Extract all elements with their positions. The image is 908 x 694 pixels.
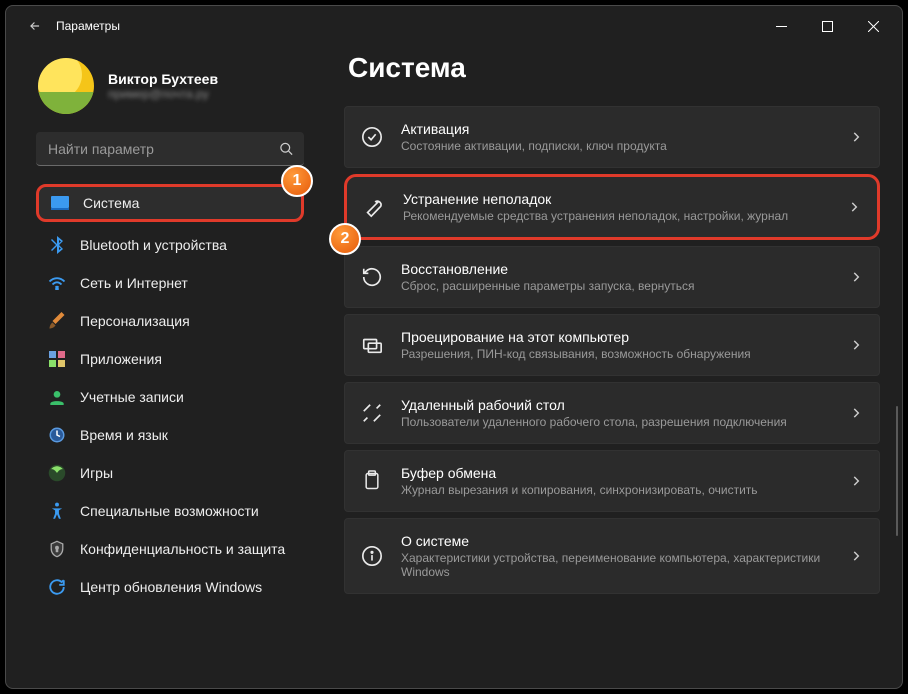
sidebar-item-personalization[interactable]: Персонализация [36,302,304,340]
main-panel: Система Активация Состояние активации, п… [316,46,902,688]
card-subtitle: Пользователи удаленного рабочего стола, … [401,415,831,429]
scrollbar[interactable] [896,406,898,536]
sidebar-item-system[interactable]: Система 1 [36,184,304,222]
recovery-icon [361,266,383,288]
card-subtitle: Разрешения, ПИН-код связывания, возможно… [401,347,831,361]
accessibility-icon [48,502,66,520]
wifi-icon [48,274,66,292]
sidebar-item-privacy[interactable]: Конфиденциальность и защита [36,530,304,568]
settings-window: Параметры Виктор Бухтеев пример@почта.ру [5,5,903,689]
remote-icon [361,402,383,424]
search-input[interactable] [36,132,304,166]
info-icon [361,545,383,567]
card-subtitle: Сброс, расширенные параметры запуска, ве… [401,279,831,293]
profile-block[interactable]: Виктор Бухтеев пример@почта.ру [36,52,304,130]
project-icon [361,334,383,356]
card-title: Восстановление [401,261,831,277]
chevron-right-icon [849,549,863,563]
callout-one: 1 [281,165,313,197]
sidebar-item-label: Время и язык [80,427,168,443]
checkmark-icon [361,126,383,148]
apps-icon [48,350,66,368]
bluetooth-icon [48,236,66,254]
sidebar-item-network[interactable]: Сеть и Интернет [36,264,304,302]
sidebar-item-label: Система [83,195,139,211]
sidebar-item-windows-update[interactable]: Центр обновления Windows [36,568,304,606]
system-icon [51,194,69,212]
content-area: Виктор Бухтеев пример@почта.ру Система 1 [6,46,902,688]
sidebar-item-label: Приложения [80,351,162,367]
update-icon [48,578,66,596]
card-title: Удаленный рабочий стол [401,397,831,413]
card-subtitle: Журнал вырезания и копирования, синхрони… [401,483,831,497]
maximize-button[interactable] [804,10,850,42]
person-icon [48,388,66,406]
chevron-right-icon [849,130,863,144]
card-title: О системе [401,533,831,549]
titlebar: Параметры [6,6,902,46]
chevron-right-icon [849,270,863,284]
sidebar-item-label: Специальные возможности [80,503,259,519]
card-title: Буфер обмена [401,465,831,481]
nav-list: Система 1 Bluetooth и устройства Сеть и … [36,184,304,606]
close-button[interactable] [850,10,896,42]
card-recovery[interactable]: Восстановление Сброс, расширенные параме… [344,246,880,308]
sidebar-item-time-language[interactable]: Время и язык [36,416,304,454]
card-about[interactable]: О системе Характеристики устройства, пер… [344,518,880,594]
card-title: Устранение неполадок [403,191,829,207]
sidebar-item-label: Центр обновления Windows [80,579,262,595]
sidebar-item-label: Персонализация [80,313,190,329]
profile-email: пример@почта.ру [108,87,218,101]
sidebar-item-label: Игры [80,465,113,481]
sidebar-item-label: Сеть и Интернет [80,275,188,291]
sidebar-item-gaming[interactable]: Игры [36,454,304,492]
wrench-icon [363,196,385,218]
sidebar-item-accounts[interactable]: Учетные записи [36,378,304,416]
sidebar-item-bluetooth[interactable]: Bluetooth и устройства [36,226,304,264]
minimize-button[interactable] [758,10,804,42]
sidebar-item-label: Bluetooth и устройства [80,237,227,253]
card-clipboard[interactable]: Буфер обмена Журнал вырезания и копирова… [344,450,880,512]
card-subtitle: Характеристики устройства, переименовани… [401,551,831,579]
sidebar-item-label: Конфиденциальность и защита [80,541,285,557]
card-remote-desktop[interactable]: Удаленный рабочий стол Пользователи удал… [344,382,880,444]
chevron-right-icon [847,200,861,214]
search-container [36,132,304,166]
clock-globe-icon [48,426,66,444]
clipboard-icon [361,470,383,492]
profile-name: Виктор Бухтеев [108,71,218,87]
card-projecting[interactable]: Проецирование на этот компьютер Разрешен… [344,314,880,376]
card-subtitle: Рекомендуемые средства устранения непола… [403,209,829,223]
callout-two: 2 [329,223,361,255]
card-activation[interactable]: Активация Состояние активации, подписки,… [344,106,880,168]
sidebar-item-label: Учетные записи [80,389,184,405]
card-troubleshoot[interactable]: Устранение неполадок Рекомендуемые средс… [344,174,880,240]
search-icon [279,142,294,157]
sidebar-item-apps[interactable]: Приложения [36,340,304,378]
brush-icon [48,312,66,330]
chevron-right-icon [849,474,863,488]
card-title: Активация [401,121,831,137]
card-subtitle: Состояние активации, подписки, ключ прод… [401,139,831,153]
sidebar: Виктор Бухтеев пример@почта.ру Система 1 [6,46,316,688]
chevron-right-icon [849,406,863,420]
chevron-right-icon [849,338,863,352]
sidebar-item-accessibility[interactable]: Специальные возможности [36,492,304,530]
window-controls [758,10,896,42]
card-title: Проецирование на этот компьютер [401,329,831,345]
shield-icon [48,540,66,558]
xbox-icon [48,464,66,482]
window-title: Параметры [56,19,120,33]
avatar [38,58,94,114]
back-button[interactable] [20,11,50,41]
page-title: Система [348,52,880,84]
